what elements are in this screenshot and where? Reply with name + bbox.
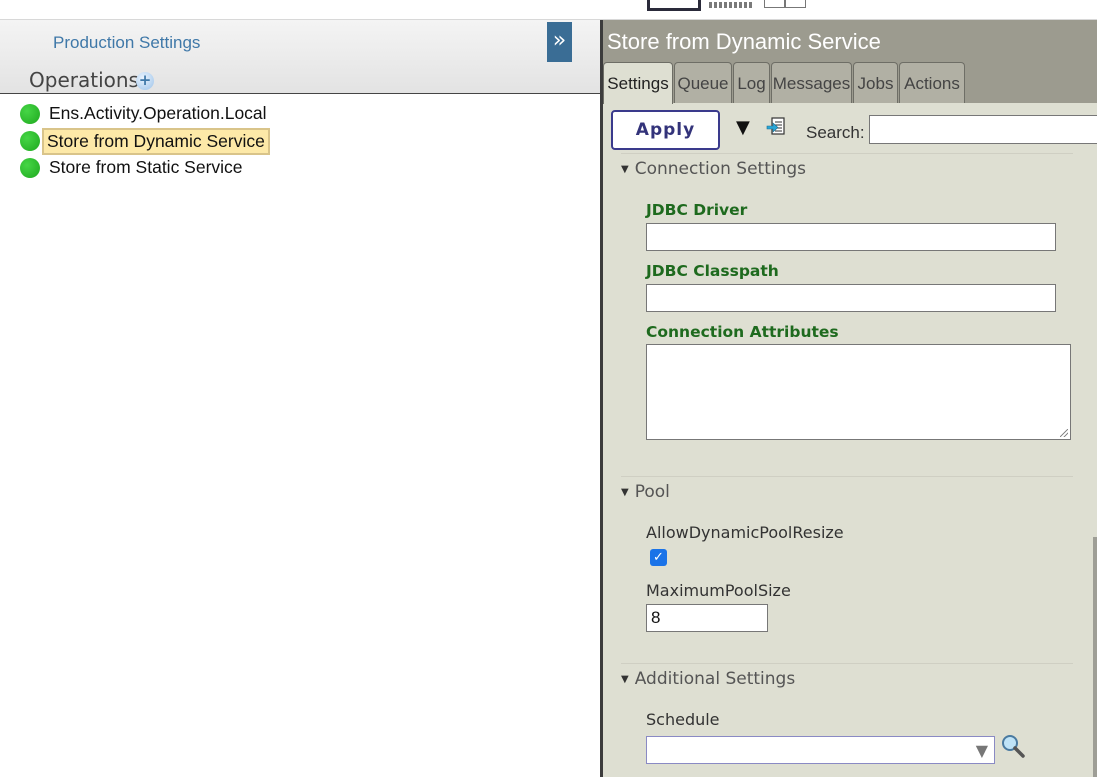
operation-label[interactable]: Store from Static Service — [46, 157, 246, 178]
jdbc-classpath-label: JDBC Classpath — [646, 262, 779, 280]
dropdown-arrow-icon[interactable]: ▼ — [976, 741, 988, 760]
status-ok-icon — [20, 131, 40, 151]
tab-actions[interactable]: Actions — [899, 62, 965, 103]
settings-form: ▼ Connection Settings JDBC Driver JDBC Cl… — [603, 153, 1097, 777]
allow-dynamic-pool-resize-checkbox[interactable]: ✓ — [650, 549, 667, 566]
caret-down-icon: ▼ — [621, 487, 629, 498]
tab-messages[interactable]: Messages — [771, 62, 852, 103]
add-operation-icon[interactable]: + — [136, 72, 154, 90]
caret-down-icon: ▼ — [621, 674, 629, 685]
grid-view-icon[interactable] — [709, 2, 753, 8]
collapse-panel-button[interactable]: » — [547, 22, 572, 62]
top-toolbar-strip — [0, 0, 1097, 20]
export-icon[interactable] — [766, 117, 786, 139]
connection-settings-header[interactable]: ▼ Connection Settings — [621, 159, 806, 179]
schedule-select[interactable]: ▼ — [646, 736, 995, 764]
additional-settings-title: Additional Settings — [634, 669, 796, 689]
settings-panel: Store from Dynamic Service Settings Queu… — [603, 20, 1097, 777]
maximum-pool-size-field[interactable] — [646, 604, 768, 632]
magnifier-icon[interactable] — [1000, 734, 1026, 760]
operation-item-selected[interactable]: Store from Dynamic Service — [20, 128, 580, 155]
jdbc-classpath-field[interactable] — [646, 284, 1056, 312]
connection-attributes-field[interactable] — [646, 344, 1071, 440]
schedule-label: Schedule — [646, 710, 720, 729]
settings-title: Store from Dynamic Service — [607, 29, 881, 54]
tab-settings[interactable]: Settings — [603, 62, 673, 104]
tab-jobs[interactable]: Jobs — [853, 62, 898, 103]
pool-title: Pool — [634, 482, 670, 502]
operations-heading: Operations — [29, 68, 139, 92]
triangle-down-icon[interactable]: ▼ — [736, 117, 750, 138]
status-ok-icon — [20, 104, 40, 124]
pool-header[interactable]: ▼ Pool — [621, 482, 670, 502]
operation-item[interactable]: Ens.Activity.Operation.Local — [20, 101, 580, 128]
operation-item[interactable]: Store from Static Service — [20, 155, 580, 182]
split-view-icon[interactable] — [764, 0, 806, 8]
maximum-pool-size-label: MaximumPoolSize — [646, 581, 791, 600]
production-header: Production Settings Operations + » — [0, 20, 600, 94]
apply-button[interactable]: Apply — [611, 110, 720, 150]
settings-toolbar: Apply ▼ Search: — [603, 103, 1097, 153]
search-input[interactable] — [869, 115, 1097, 144]
search-label: Search: — [806, 123, 865, 142]
production-settings-link[interactable]: Production Settings — [53, 33, 200, 53]
additional-settings-header[interactable]: ▼ Additional Settings — [621, 669, 795, 689]
tab-log[interactable]: Log — [733, 62, 770, 103]
operations-list: Ens.Activity.Operation.Local Store from … — [20, 101, 580, 182]
settings-title-bar: Store from Dynamic Service Settings Queu… — [603, 20, 1097, 104]
connection-settings-title: Connection Settings — [634, 159, 807, 179]
allow-dynamic-pool-resize-label: AllowDynamicPoolResize — [646, 523, 844, 542]
settings-scrollbar[interactable] — [1093, 537, 1097, 777]
jdbc-driver-field[interactable] — [646, 223, 1056, 251]
operation-label[interactable]: Ens.Activity.Operation.Local — [46, 103, 270, 124]
operation-label[interactable]: Store from Dynamic Service — [42, 128, 270, 155]
tab-queue[interactable]: Queue — [674, 62, 732, 103]
connection-attributes-label: Connection Attributes — [646, 323, 839, 341]
status-ok-icon — [20, 158, 40, 178]
layout-view-icon[interactable] — [647, 0, 701, 11]
jdbc-driver-label: JDBC Driver — [646, 201, 748, 219]
caret-down-icon: ▼ — [621, 164, 629, 175]
